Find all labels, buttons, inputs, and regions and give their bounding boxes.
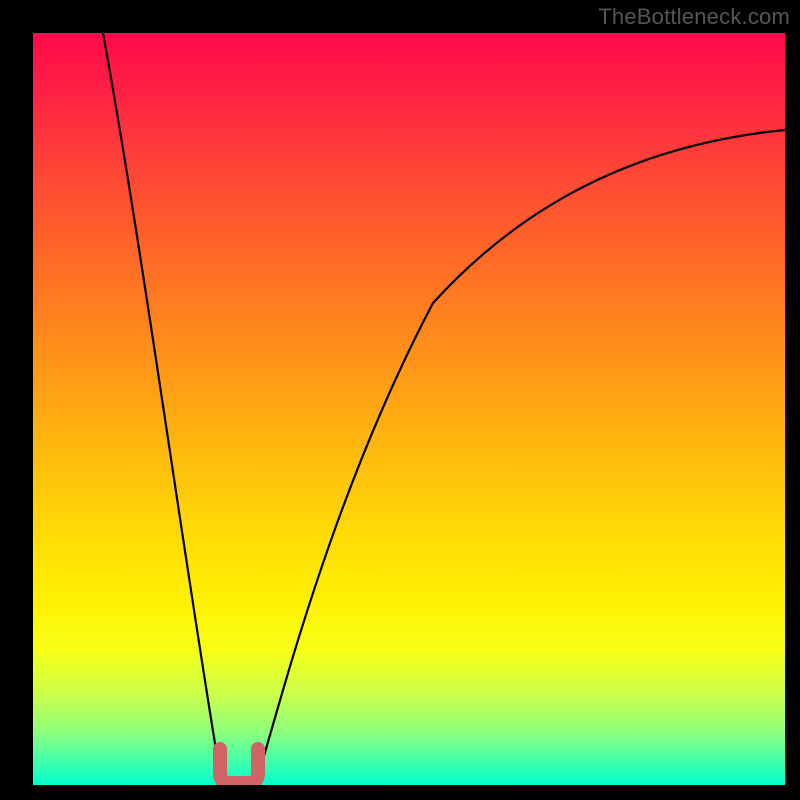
bottleneck-curve [103,33,785,785]
chart-svg-layer [33,33,785,785]
valley-marker-icon [220,749,258,783]
attribution-text: TheBottleneck.com [598,4,790,30]
chart-frame: TheBottleneck.com [0,0,800,800]
